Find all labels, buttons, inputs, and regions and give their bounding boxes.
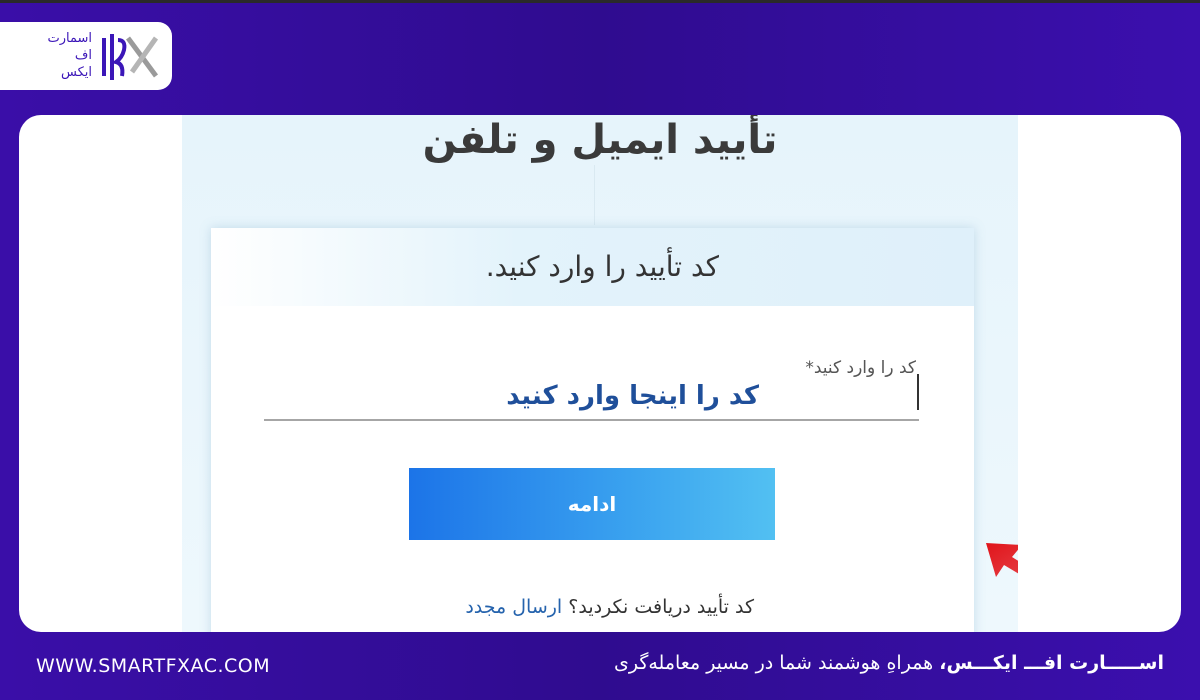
logo-wordmark: اسمارت اف ایکس	[34, 30, 93, 81]
website-url[interactable]: WWW.SMARTFXAC.COM	[36, 655, 270, 677]
resend-row: کد تأیید دریافت نکردید؟ ارسال مجدد	[465, 596, 754, 618]
logo-emblem-icon	[102, 34, 159, 80]
text-cursor	[917, 374, 919, 410]
logo-line-3: ایکس	[61, 65, 92, 80]
verification-code-input[interactable]	[264, 373, 919, 421]
slogan-text: همراهِ هوشمند شما در مسیر معامله‌گری	[613, 652, 940, 674]
resend-prompt: کد تأیید دریافت نکردید؟	[568, 596, 754, 618]
continue-button[interactable]: ادامه	[409, 468, 775, 540]
dialog-header: کد تأیید را وارد کنید.	[211, 228, 974, 306]
logo-line-1: اسمارت	[47, 31, 93, 46]
verification-dialog: کد تأیید را وارد کنید. کد را وارد کنید* …	[211, 228, 974, 632]
red-arrow-icon	[986, 543, 1018, 577]
page-title: تأیید ایمیل و تلفن	[422, 117, 778, 163]
top-border	[0, 0, 1200, 3]
slogan-brand: اســـــارت افـــ ایکـــس،	[939, 652, 1164, 674]
resend-code-link[interactable]: ارسال مجدد	[465, 596, 562, 618]
verification-screenshot: تأیید ایمیل و تلفن کد تأیید را وارد کنید…	[182, 115, 1018, 632]
brand-logo[interactable]: اسمارت اف ایکس	[0, 22, 172, 90]
footer-slogan: اســـــارت افـــ ایکـــس، همراهِ هوشمند …	[614, 652, 1164, 674]
background-divider	[594, 165, 595, 225]
content-card: تأیید ایمیل و تلفن کد تأیید را وارد کنید…	[19, 115, 1181, 632]
logo-line-2: اف	[74, 48, 92, 63]
dialog-title: کد تأیید را وارد کنید.	[485, 250, 719, 283]
